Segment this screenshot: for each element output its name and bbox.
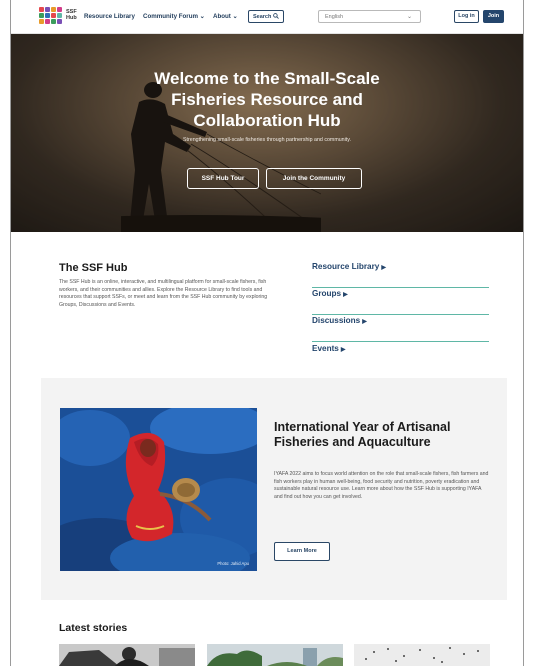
story-thumbnail-3 [354, 644, 490, 666]
hero-title: Welcome to the Small-Scale Fisheries Res… [11, 68, 523, 131]
about-description: The SSF Hub is an online, interactive, a… [59, 279, 268, 308]
learn-more-button[interactable]: Learn More [274, 542, 330, 561]
side-link-discussions[interactable]: Discussions ▶ [312, 314, 489, 342]
search-label: Search [253, 14, 272, 20]
iyafa-feature-panel: Photo: Jahid Apu International Year of A… [41, 378, 507, 600]
chevron-down-icon: ⌄ [232, 13, 238, 20]
nav-link-about[interactable]: About ⌄ [213, 13, 238, 20]
feature-title: International Year of Artisanal Fisherie… [274, 420, 451, 449]
search-button[interactable]: Search [248, 10, 284, 23]
hero-title-line3: Collaboration Hub [193, 111, 341, 130]
story-card-3[interactable] [354, 644, 490, 666]
nav-link-community-forum[interactable]: Community Forum ⌄ [143, 13, 205, 20]
side-link-events[interactable]: Events ▶ [312, 342, 489, 370]
side-link-label: Resource Library [312, 262, 380, 271]
side-link-resource-library[interactable]: Resource Library ▶ [312, 260, 489, 288]
story-card-1[interactable] [59, 644, 195, 666]
logo-text-line2: Hub [66, 15, 77, 21]
ssf-hub-logo-icon[interactable] [39, 7, 63, 27]
feature-description: IYAFA 2022 aims to focus world attention… [274, 471, 489, 500]
story-thumbnail-1 [59, 644, 195, 666]
logo-text: SSF Hub [66, 9, 77, 21]
hero-subtitle: Strengthening small-scale fisheries thro… [182, 137, 351, 143]
about-title: The SSF Hub [59, 262, 128, 274]
login-button[interactable]: Log in [454, 10, 479, 23]
side-link-label: Groups [312, 289, 342, 298]
latest-stories-title: Latest stories [59, 622, 128, 634]
language-select-value: English [325, 14, 344, 20]
nav-about-label: About [213, 13, 231, 20]
caret-right-icon: ▶ [362, 319, 367, 325]
ssf-hub-tour-button[interactable]: SSF Hub Tour [187, 168, 259, 189]
chevron-down-icon: ⌄ [406, 14, 412, 20]
side-link-label: Discussions [312, 316, 361, 325]
nav-link-resource-library[interactable]: Resource Library [84, 13, 135, 20]
woman-with-blue-nets-image [60, 408, 257, 571]
hero-title-line1: Welcome to the Small-Scale [154, 69, 380, 88]
nav-community-forum-label: Community Forum [143, 13, 198, 20]
hero-overlay [11, 34, 523, 232]
hero-title-line2: Fisheries Resource and [171, 90, 363, 109]
join-community-button[interactable]: Join the Community [266, 168, 362, 189]
top-navigation: SSF Hub Resource Library Community Forum… [11, 0, 523, 34]
story-card-2[interactable] [207, 644, 343, 666]
search-icon [273, 13, 279, 21]
side-link-groups[interactable]: Groups ▶ [312, 287, 489, 315]
caret-right-icon: ▶ [343, 292, 348, 298]
hero-banner: Welcome to the Small-Scale Fisheries Res… [11, 34, 523, 232]
side-link-label: Events [312, 344, 339, 353]
language-select[interactable]: English ⌄ [318, 10, 421, 23]
join-button[interactable]: Join [483, 10, 504, 23]
caret-right-icon: ▶ [340, 347, 346, 353]
chevron-down-icon: ⌄ [199, 13, 205, 20]
story-thumbnail-2 [207, 644, 343, 666]
browser-page: SSF Hub Resource Library Community Forum… [10, 0, 524, 666]
photo-credit: Photo: Jahid Apu [217, 561, 249, 566]
caret-right-icon: ▶ [381, 265, 386, 271]
iyafa-feature-image: Photo: Jahid Apu [60, 408, 257, 571]
